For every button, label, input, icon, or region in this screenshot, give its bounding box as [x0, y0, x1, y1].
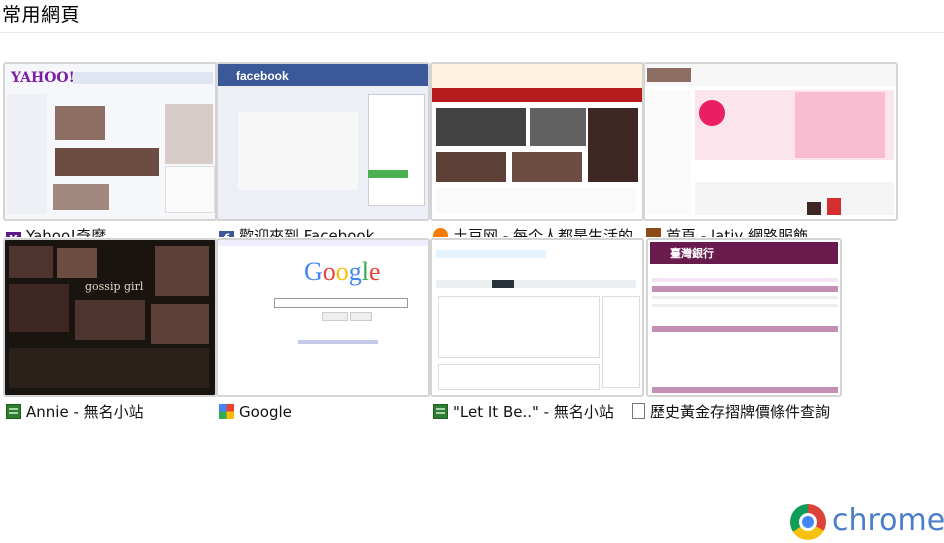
tile-title[interactable]: Google [219, 402, 433, 422]
tile-title[interactable]: Y Yahoo!奇摩 [6, 225, 220, 237]
thumbnail-annie[interactable]: gossip girl [3, 238, 217, 397]
tile-tudou[interactable]: 土豆网 - 每个人都是生活的 [430, 62, 644, 237]
google-icon [219, 404, 234, 419]
gossip-girl-text: gossip girl [85, 280, 144, 293]
latiy-icon [646, 228, 661, 237]
tile-latiy[interactable]: 首頁 - latiy 網路服飾 [643, 62, 898, 237]
tile-facebook[interactable]: facebook f 歡迎來到 Facebook [216, 62, 430, 237]
chrome-logo: chrome [790, 504, 944, 542]
google-logo: Google [304, 257, 381, 286]
thumbnail-facebook[interactable]: facebook [216, 62, 430, 221]
tile-title-text: 首頁 - latiy 網路服飾 [666, 227, 809, 237]
facebook-icon: f [219, 231, 234, 237]
thumbnail-let-it-be[interactable] [430, 238, 644, 397]
tile-title-text: Google [239, 403, 292, 421]
tile-title[interactable]: 首頁 - latiy 網路服飾 [646, 225, 860, 237]
wretch-icon [6, 404, 21, 419]
tile-title-text: 歡迎來到 Facebook [239, 227, 375, 237]
chrome-wordmark: chrome [832, 503, 944, 538]
document-icon [632, 403, 645, 419]
thumbnail-google[interactable]: Google [216, 238, 430, 397]
thumbnail-bank[interactable]: 臺灣銀行 [646, 238, 842, 397]
tile-title-text: "Let It Be.." - 無名小站 [453, 403, 614, 421]
tile-title[interactable]: "Let It Be.." - 無名小站 [433, 402, 647, 422]
facebook-logo: facebook [236, 69, 289, 83]
tudou-icon [433, 228, 448, 237]
tile-title[interactable]: f 歡迎來到 Facebook [219, 225, 433, 237]
tile-title[interactable]: Annie - 無名小站 [6, 402, 220, 422]
wretch-icon [433, 404, 448, 419]
chrome-icon [790, 504, 826, 540]
thumbnail-latiy[interactable] [643, 62, 898, 221]
tile-bank[interactable]: 臺灣銀行 歷史黃金存摺牌價條件查詢 [632, 238, 860, 421]
thumbnail-yahoo[interactable]: YAHOO! [3, 62, 217, 221]
tile-annie[interactable]: gossip girl Annie - 無名小站 [3, 238, 217, 421]
tile-title-text: 歷史黃金存摺牌價條件查詢 [650, 403, 831, 421]
tile-title-text: Yahoo!奇摩 [26, 227, 107, 237]
tile-let-it-be[interactable]: "Let It Be.." - 無名小站 [430, 238, 644, 421]
tile-title-text: 土豆网 - 每个人都是生活的 [453, 227, 633, 237]
tile-title-text: Annie - 無名小站 [26, 403, 144, 421]
tile-title[interactable]: 土豆网 - 每个人都是生活的 [433, 225, 647, 237]
most-visited-grid: YAHOO! Y Yahoo!奇摩 facebook f 歡迎來到 Facebook [0, 0, 944, 543]
tile-google[interactable]: Google Google [216, 238, 430, 421]
yahoo-logo: YAHOO! [11, 70, 75, 86]
tile-yahoo[interactable]: YAHOO! Y Yahoo!奇摩 [3, 62, 217, 237]
thumbnail-tudou[interactable] [430, 62, 644, 221]
tile-title[interactable]: 歷史黃金存摺牌價條件查詢 [632, 402, 846, 422]
yahoo-icon: Y [6, 232, 21, 237]
bank-title: 臺灣銀行 [670, 247, 714, 260]
